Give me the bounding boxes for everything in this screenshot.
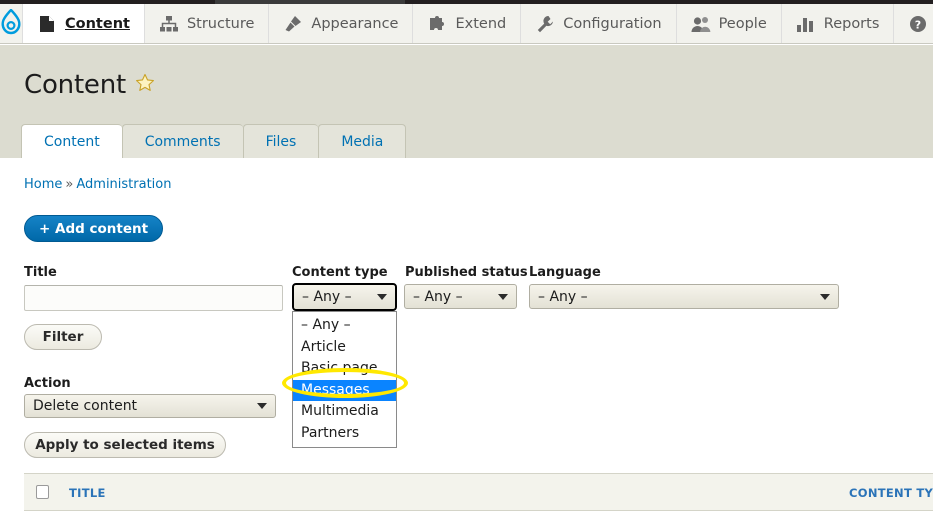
chevron-down-icon <box>820 293 830 300</box>
toolbar-item-content[interactable]: Content <box>23 4 145 43</box>
tab-label-media: Media <box>341 134 384 150</box>
action-select-value: Delete content <box>33 398 138 414</box>
toolbar-label-structure: Structure <box>186 15 255 32</box>
toolbar-item-structure[interactable]: Structure <box>145 4 270 43</box>
option-partners[interactable]: Partners <box>293 423 396 445</box>
published-status-filter-label: Published status <box>405 265 528 280</box>
breadcrumb: Home» Administration <box>24 177 172 192</box>
question-circle-icon: ? <box>908 14 928 34</box>
sitemap-icon <box>159 14 179 34</box>
tab-label-comments: Comments <box>144 134 221 150</box>
toolbar-label-appearance: Appearance <box>311 15 399 32</box>
toolbar-item-people[interactable]: People <box>677 4 782 43</box>
toolbar-item-help[interactable]: ? Help <box>894 4 933 43</box>
title-filter-label: Title <box>24 265 57 280</box>
toolbar-item-reports[interactable]: Reports <box>782 4 895 43</box>
page-title: Content <box>24 70 127 100</box>
action-select[interactable]: Delete content <box>24 394 276 418</box>
file-icon <box>37 14 57 34</box>
primary-tabs: Content Comments Files Media <box>21 124 407 158</box>
puzzle-icon <box>427 14 447 34</box>
option-any[interactable]: – Any – <box>293 315 396 337</box>
filter-button[interactable]: Filter <box>24 324 102 350</box>
tab-media[interactable]: Media <box>318 124 407 158</box>
chevron-down-icon <box>257 403 267 409</box>
option-messages[interactable]: Messages <box>293 379 396 401</box>
toolbar-item-configuration[interactable]: Configuration <box>521 4 677 43</box>
breadcrumb-separator: » <box>65 177 74 192</box>
tab-label-content: Content <box>44 134 100 150</box>
option-multimedia[interactable]: Multimedia <box>293 401 396 423</box>
drupal-logo[interactable] <box>0 4 23 43</box>
option-article[interactable]: Article <box>293 337 396 359</box>
people-icon <box>691 14 711 34</box>
chevron-down-icon <box>498 293 508 300</box>
wrench-icon <box>535 14 555 34</box>
toolbar-label-content: Content <box>65 15 130 32</box>
option-basic-page[interactable]: Basic page <box>293 358 396 380</box>
content-type-filter-label: Content type <box>292 265 388 280</box>
language-select-value: – Any – <box>538 288 588 305</box>
title-filter-input[interactable] <box>24 285 283 311</box>
toolbar-item-extend[interactable]: Extend <box>413 4 522 43</box>
svg-text:?: ? <box>915 18 921 31</box>
content-type-select[interactable]: – Any – <box>292 283 397 311</box>
action-label: Action <box>24 376 71 391</box>
tab-comments[interactable]: Comments <box>121 124 243 158</box>
page-title-row: Content <box>24 70 155 100</box>
select-all-checkbox[interactable] <box>36 485 49 499</box>
language-select[interactable]: – Any – <box>529 284 839 309</box>
content-table-header: TITLE CONTENT TY <box>24 473 933 511</box>
published-status-select[interactable]: – Any – <box>404 284 517 309</box>
published-status-select-value: – Any – <box>413 288 463 305</box>
toolbar-item-appearance[interactable]: Appearance <box>269 4 414 43</box>
toolbar-label-configuration: Configuration <box>563 15 662 32</box>
drupal-droplet-icon <box>0 7 22 39</box>
column-header-content-type[interactable]: CONTENT TY <box>849 486 933 500</box>
drupal-content-admin-page: Content Structure Appearance Extend Conf… <box>0 0 933 513</box>
language-filter-label: Language <box>529 265 601 280</box>
tab-content[interactable]: Content <box>21 124 122 158</box>
paintbrush-icon <box>283 14 303 34</box>
content-type-select-value: – Any – <box>302 289 352 305</box>
column-header-title[interactable]: TITLE <box>69 486 106 500</box>
apply-to-selected-items-button[interactable]: Apply to selected items <box>24 432 226 458</box>
content-type-option-list[interactable]: – Any – Article Basic page Messages Mult… <box>292 311 397 448</box>
toolbar-label-extend: Extend <box>455 15 507 32</box>
admin-toolbar: Content Structure Appearance Extend Conf… <box>0 4 933 44</box>
main-content-area: Home» Administration + Add content Title … <box>0 158 933 513</box>
toolbar-label-reports: Reports <box>823 15 880 32</box>
chevron-down-icon <box>377 294 387 300</box>
tab-label-files: Files <box>265 134 297 150</box>
tab-files[interactable]: Files <box>242 124 319 158</box>
bar-chart-icon <box>796 14 816 34</box>
breadcrumb-home[interactable]: Home <box>24 177 62 192</box>
star-icon[interactable] <box>135 73 155 97</box>
toolbar-label-people: People <box>718 15 767 32</box>
breadcrumb-administration[interactable]: Administration <box>76 177 171 192</box>
add-content-button[interactable]: + Add content <box>24 215 164 242</box>
